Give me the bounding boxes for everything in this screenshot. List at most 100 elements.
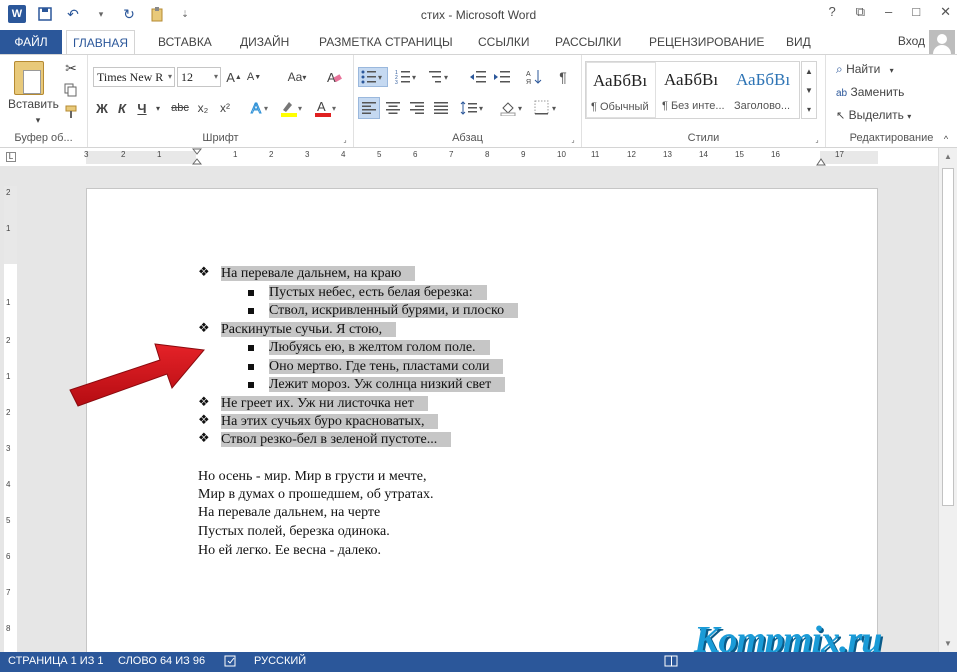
- style-heading[interactable]: АаБбВı Заголово...: [730, 62, 800, 118]
- font-color-icon[interactable]: A ▾: [312, 98, 342, 118]
- paragraph-dialog-launcher-icon[interactable]: ⌟: [569, 136, 577, 144]
- copy-icon[interactable]: [62, 81, 80, 99]
- tab-review[interactable]: РЕЦЕНЗИРОВАНИЕ: [643, 30, 770, 54]
- font-dialog-launcher-icon[interactable]: ⌟: [341, 136, 349, 144]
- list-item[interactable]: Оно мертво. Где тень, пластами соли: [269, 358, 504, 376]
- shading-icon[interactable]: ▾: [498, 97, 528, 119]
- tab-mailings[interactable]: РАССЫЛКИ: [549, 30, 627, 54]
- list-item[interactable]: Раскинутые сучьи. Я стою,: [221, 321, 397, 339]
- tab-selector[interactable]: L: [6, 152, 16, 162]
- collapse-ribbon-icon[interactable]: ^: [940, 133, 952, 145]
- sign-in-link[interactable]: Вход: [898, 34, 925, 48]
- undo-icon[interactable]: ↶: [64, 5, 82, 23]
- underline-button[interactable]: Ч: [134, 99, 150, 117]
- line-spacing-icon[interactable]: ▾: [458, 97, 488, 119]
- scroll-up-icon[interactable]: ▲: [944, 152, 952, 161]
- style-no-spacing[interactable]: АаБбВı ¶ Без инте...: [658, 62, 728, 118]
- tab-insert[interactable]: ВСТАВКА: [152, 30, 218, 54]
- sort-icon[interactable]: AЯ: [524, 67, 544, 87]
- subscript-button[interactable]: x₂: [194, 99, 212, 117]
- scrollbar-thumb[interactable]: [942, 168, 954, 506]
- chevron-down-icon[interactable]: ▼: [802, 81, 816, 99]
- multilevel-list-icon[interactable]: ▾: [426, 67, 456, 87]
- bold-button[interactable]: Ж: [94, 99, 110, 117]
- list-item[interactable]: Не греет их. Уж ни листочка нет: [221, 395, 428, 413]
- touch-mode-icon[interactable]: [148, 5, 166, 23]
- scroll-down-icon[interactable]: ▼: [944, 639, 952, 648]
- list-item[interactable]: На этих сучьях буро красноватых,: [221, 413, 439, 431]
- decrease-indent-icon[interactable]: [468, 67, 488, 87]
- page-count[interactable]: СТРАНИЦА 1 ИЗ 1: [8, 655, 104, 667]
- italic-button[interactable]: К: [114, 99, 130, 117]
- style-normal[interactable]: АаБбВı ¶ Обычный: [586, 62, 656, 118]
- paragraph-line[interactable]: Пустых полей, березка одинока.: [198, 523, 390, 541]
- document-page[interactable]: [86, 188, 878, 668]
- chevron-down-icon[interactable]: ▾: [168, 68, 172, 86]
- grow-font-icon[interactable]: A ▲: [226, 69, 242, 85]
- list-item[interactable]: Ствол резко-бел в зеленой пустоте...: [221, 431, 452, 449]
- list-item[interactable]: Ствол, искривленный бурями, и плоско: [269, 302, 519, 320]
- word-app-icon[interactable]: W: [8, 5, 26, 23]
- avatar[interactable]: [929, 30, 955, 56]
- paste-dropdown-icon[interactable]: ▾: [8, 115, 68, 126]
- align-left-button[interactable]: [358, 97, 380, 119]
- bullets-button[interactable]: ▾: [358, 67, 388, 87]
- tab-references[interactable]: ССЫЛКИ: [472, 30, 535, 54]
- shrink-font-icon[interactable]: A ▼: [246, 69, 262, 85]
- format-painter-icon[interactable]: [62, 103, 80, 121]
- align-center-icon[interactable]: [382, 97, 404, 119]
- highlight-color-icon[interactable]: ▾: [278, 98, 308, 118]
- paste-icon[interactable]: [14, 61, 44, 95]
- indent-marker[interactable]: [192, 148, 202, 166]
- help-button[interactable]: ?: [828, 4, 835, 20]
- pilcrow-icon[interactable]: ¶: [554, 67, 572, 87]
- justify-icon[interactable]: [430, 97, 452, 119]
- redo-icon[interactable]: ↻: [120, 5, 138, 23]
- undo-dropdown-icon[interactable]: ▾: [92, 5, 110, 23]
- paragraph-line[interactable]: На перевале дальнем, на черте: [198, 504, 380, 522]
- word-count[interactable]: СЛОВО 64 ИЗ 96: [118, 655, 205, 667]
- customize-qat-icon[interactable]: ⇣: [176, 5, 194, 23]
- tab-home[interactable]: ГЛАВНАЯ: [66, 30, 136, 55]
- clear-formatting-icon[interactable]: A: [324, 67, 344, 87]
- strikethrough-button[interactable]: abc: [170, 99, 190, 117]
- more-styles-icon[interactable]: ▾: [802, 100, 816, 118]
- cut-icon[interactable]: ✂: [62, 59, 80, 77]
- paragraph-line[interactable]: Мир в думах о прошедшем, об утратах.: [198, 486, 434, 504]
- minimize-button[interactable]: –: [885, 4, 892, 20]
- numbering-icon[interactable]: 1 2 3 ▾: [394, 67, 422, 87]
- maximize-button[interactable]: □: [912, 4, 920, 20]
- tab-page-layout[interactable]: РАЗМЕТКА СТРАНИЦЫ: [313, 30, 459, 54]
- close-button[interactable]: ✕: [940, 4, 951, 20]
- tab-view[interactable]: ВИД: [780, 30, 817, 54]
- read-mode-icon[interactable]: [664, 654, 678, 671]
- language-indicator[interactable]: РУССКИЙ: [254, 655, 306, 667]
- find-button[interactable]: ⌕ Найти ▾: [836, 62, 894, 77]
- chevron-up-icon[interactable]: ▲: [802, 62, 816, 80]
- increase-indent-icon[interactable]: [492, 67, 512, 87]
- text-effects-icon[interactable]: A ▾: [248, 98, 274, 118]
- change-case-button[interactable]: Aa ▾: [284, 69, 310, 85]
- list-item[interactable]: Пустых небес, есть белая березка:: [269, 284, 487, 302]
- font-name-box[interactable]: Times New R ▾: [93, 67, 175, 87]
- list-item[interactable]: На перевале дальнем, на краю: [221, 265, 416, 283]
- vertical-scrollbar[interactable]: ▲ ▼: [938, 148, 957, 652]
- ribbon-display-button[interactable]: ⧉: [856, 4, 865, 20]
- paragraph-line[interactable]: Но осень - мир. Мир в грусти и мечте,: [198, 468, 426, 486]
- styles-dialog-launcher-icon[interactable]: ⌟: [813, 136, 821, 144]
- tab-design[interactable]: ДИЗАЙН: [234, 30, 295, 54]
- list-item[interactable]: Любуясь ею, в желтом голом поле.: [269, 339, 490, 357]
- replace-button[interactable]: ab Заменить: [836, 85, 904, 99]
- proofing-icon[interactable]: [224, 654, 238, 671]
- paste-button-label[interactable]: Вставить: [8, 97, 59, 111]
- tab-file[interactable]: ФАЙЛ: [0, 30, 62, 54]
- paragraph-line[interactable]: Но ей легко. Ее весна - далеко.: [198, 542, 381, 560]
- borders-icon[interactable]: ▾: [532, 97, 562, 119]
- list-item[interactable]: Лежит мороз. Уж солнца низкий свет: [269, 376, 506, 394]
- right-indent-marker[interactable]: [816, 154, 826, 166]
- underline-dropdown-icon[interactable]: ▾: [152, 99, 164, 117]
- chevron-down-icon[interactable]: ▾: [214, 68, 218, 86]
- save-icon[interactable]: [36, 5, 54, 23]
- select-button[interactable]: ↖ Выделить ▾: [836, 108, 911, 122]
- font-size-box[interactable]: 12 ▾: [177, 67, 221, 87]
